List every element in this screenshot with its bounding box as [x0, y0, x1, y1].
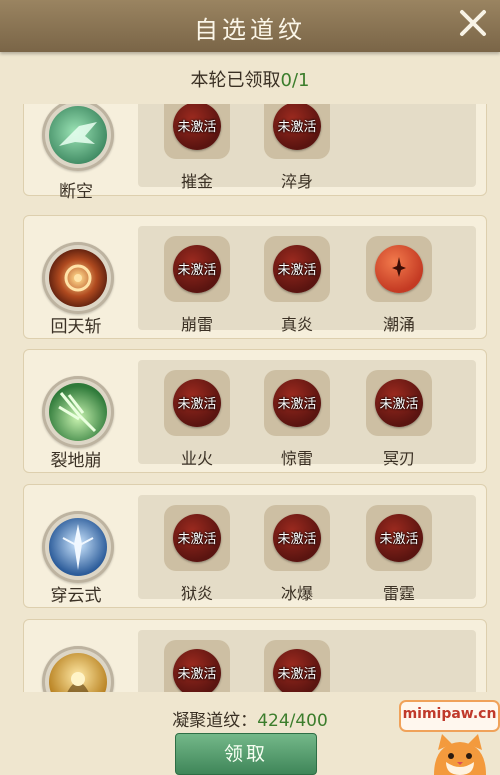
dao-gem: 未激活: [164, 236, 230, 302]
skill-card: 未激活 未激活: [23, 619, 487, 692]
dao-gem: 未激活: [164, 505, 230, 571]
watermark: mimipaw.cn: [399, 700, 500, 732]
locked-label: 未激活: [177, 532, 217, 547]
skill-icon-chuanyunshi[interactable]: [36, 505, 120, 589]
skill-card: 裂地崩 未激活 业火 未激活 惊雷 未激活 冥刃: [23, 349, 487, 473]
locked-label: 未激活: [379, 532, 419, 547]
dao-name: 崩雷: [180, 315, 213, 334]
cat-mascot-icon: [434, 734, 486, 775]
locked-label: 未激活: [379, 397, 419, 412]
dao-name: 真炎: [280, 315, 313, 334]
dao-slot[interactable]: 未激活 业火: [162, 370, 232, 469]
dao-slot[interactable]: 未激活 冥刃: [364, 370, 434, 469]
skill-icon-huitianzhan[interactable]: [36, 236, 120, 320]
skill-name: 回天斩: [50, 317, 102, 337]
dao-name: 冥刃: [382, 449, 415, 468]
dao-total-value: 424/400: [257, 711, 328, 731]
dao-gem: [366, 236, 432, 302]
locked-label: 未激活: [177, 263, 217, 278]
dao-slot[interactable]: 未激活 淬身: [262, 104, 332, 192]
dao-name: 冰爆: [280, 584, 313, 603]
dao-name: 狱炎: [180, 584, 213, 603]
skill-list[interactable]: 断空 未激活 摧金 未激活 淬身 回天斩 未激活 崩雷 未激活 真炎 潮涌 裂地…: [23, 104, 487, 692]
skill-name: 断空: [59, 182, 93, 202]
round-claim-count: 0/1: [280, 70, 310, 91]
dao-gem: 未激活: [264, 370, 330, 436]
skill-icon-liedibeng[interactable]: [36, 370, 120, 454]
locked-label: 未激活: [177, 667, 217, 682]
dao-slot[interactable]: 未激活 真炎: [262, 236, 332, 335]
dao-gem: 未激活: [264, 505, 330, 571]
locked-label: 未激活: [177, 120, 217, 135]
skill-name: 穿云式: [50, 586, 102, 606]
panel-title: 自选道纹: [194, 16, 306, 44]
dao-total-label: 凝聚道纹：: [172, 711, 258, 731]
dao-glyph-icon: [392, 257, 406, 277]
claim-button[interactable]: 领取: [175, 733, 317, 775]
round-claim-status: 本轮已领取0/1: [0, 66, 500, 92]
dao-slots: 未激活 业火 未激活 惊雷 未激活 冥刃: [138, 360, 476, 468]
dao-slots: 未激活 摧金 未激活 淬身: [138, 104, 476, 191]
dao-gem: 未激活: [366, 505, 432, 571]
dao-name: 潮涌: [382, 315, 415, 334]
dao-slot[interactable]: 未激活 冰爆: [262, 505, 332, 604]
dao-slot[interactable]: 未激活 雷霆: [364, 505, 434, 604]
locked-label: 未激活: [277, 532, 317, 547]
round-claim-label: 本轮已领取: [190, 70, 281, 91]
dao-gem: 未激活: [164, 104, 230, 159]
dao-gem: 未激活: [264, 104, 330, 159]
dao-slot[interactable]: 潮涌: [364, 236, 434, 335]
close-icon[interactable]: [454, 4, 492, 42]
skill-card: 回天斩 未激活 崩雷 未激活 真炎 潮涌: [23, 215, 487, 339]
dao-slots: 未激活 未激活: [138, 630, 476, 692]
dao-slot[interactable]: 未激活: [262, 640, 332, 692]
dao-name: 业火: [180, 449, 213, 468]
dao-gem: 未激活: [264, 640, 330, 692]
locked-label: 未激活: [277, 397, 317, 412]
dao-slot[interactable]: 未激活: [162, 640, 232, 692]
skill-name: 裂地崩: [50, 451, 102, 471]
dao-slots: 未激活 崩雷 未激活 真炎 潮涌: [138, 226, 476, 334]
dao-name: 雷霆: [382, 584, 415, 603]
dao-gem: 未激活: [164, 370, 230, 436]
skill-icon-duankong[interactable]: [36, 104, 120, 177]
title-bar: 自选道纹: [0, 0, 500, 52]
skill-card: 穿云式 未激活 狱炎 未激活 冰爆 未激活 雷霆: [23, 484, 487, 608]
dao-gem: 未激活: [366, 370, 432, 436]
dao-slots: 未激活 狱炎 未激活 冰爆 未激活 雷霆: [138, 495, 476, 603]
dao-slot[interactable]: 未激活 摧金: [162, 104, 232, 192]
dao-slot[interactable]: 未激活 狱炎: [162, 505, 232, 604]
watermark-text: mimipaw.cn: [402, 706, 497, 722]
dao-slot[interactable]: 未激活 惊雷: [262, 370, 332, 469]
skill-card: 断空 未激活 摧金 未激活 淬身: [23, 104, 487, 202]
dao-name: 惊雷: [280, 449, 313, 468]
locked-label: 未激活: [277, 263, 317, 278]
dao-slot[interactable]: 未激活 崩雷: [162, 236, 232, 335]
locked-label: 未激活: [277, 120, 317, 135]
locked-label: 未激活: [177, 397, 217, 412]
locked-label: 未激活: [277, 667, 317, 682]
dao-gem: 未激活: [164, 640, 230, 692]
skill-icon-golden[interactable]: [36, 640, 120, 692]
dao-gem: 未激活: [264, 236, 330, 302]
dao-name: 摧金: [180, 172, 213, 191]
dao-name: 淬身: [280, 172, 313, 191]
